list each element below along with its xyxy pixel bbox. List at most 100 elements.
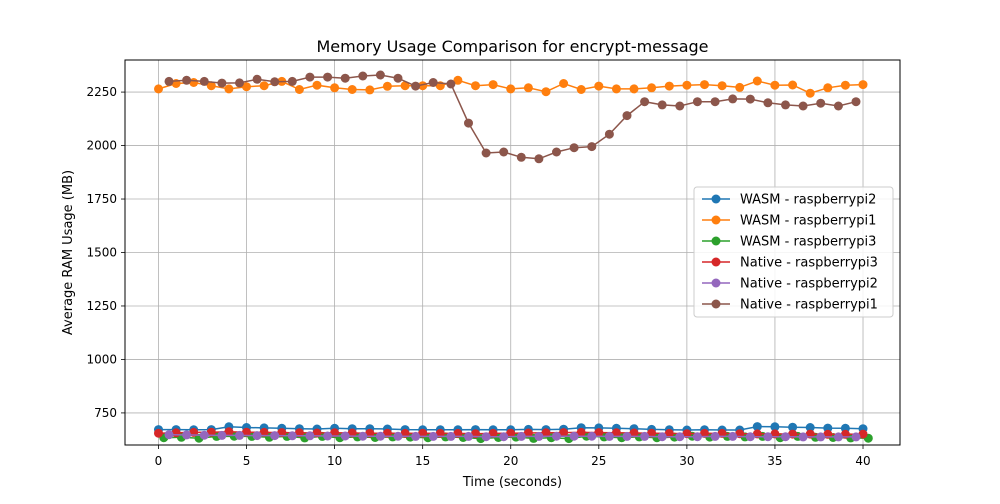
data-point bbox=[347, 85, 357, 94]
data-point bbox=[840, 80, 850, 90]
data-point bbox=[499, 147, 509, 157]
data-point bbox=[428, 431, 438, 441]
data-point bbox=[770, 80, 780, 90]
data-point bbox=[164, 76, 174, 86]
data-point bbox=[312, 80, 322, 90]
data-point bbox=[154, 84, 163, 94]
data-point bbox=[534, 154, 544, 164]
data-point bbox=[611, 84, 621, 94]
data-point bbox=[816, 98, 826, 108]
data-point bbox=[798, 101, 808, 111]
data-point bbox=[816, 432, 826, 442]
data-point bbox=[622, 111, 632, 121]
data-point bbox=[675, 101, 685, 111]
data-point bbox=[569, 431, 579, 441]
data-point bbox=[717, 81, 727, 91]
data-point bbox=[294, 85, 304, 94]
data-point bbox=[217, 78, 227, 88]
x-tick-label: 10 bbox=[327, 454, 342, 468]
legend-marker bbox=[711, 278, 721, 288]
legend-label: WASM - raspberrypi2 bbox=[740, 193, 876, 208]
data-point bbox=[358, 431, 368, 441]
data-point bbox=[534, 431, 544, 441]
x-axis-label: Time (seconds) bbox=[462, 475, 562, 490]
x-tick-label: 35 bbox=[767, 454, 782, 468]
data-point bbox=[798, 432, 808, 442]
x-tick-label: 30 bbox=[679, 454, 694, 468]
data-point bbox=[259, 81, 269, 91]
data-point bbox=[647, 83, 657, 93]
data-point bbox=[411, 81, 421, 91]
data-point bbox=[270, 77, 280, 87]
data-point bbox=[287, 431, 297, 441]
data-point bbox=[393, 73, 403, 83]
data-point bbox=[323, 72, 333, 82]
data-point bbox=[629, 84, 639, 94]
x-tick-label: 40 bbox=[855, 454, 870, 468]
data-point bbox=[833, 101, 843, 111]
data-point bbox=[217, 430, 227, 440]
data-point bbox=[745, 432, 755, 442]
data-point bbox=[728, 94, 738, 104]
data-point bbox=[375, 70, 385, 80]
data-point bbox=[365, 85, 375, 95]
data-point bbox=[552, 147, 561, 157]
data-point bbox=[499, 432, 509, 442]
data-point bbox=[657, 100, 667, 110]
data-point bbox=[552, 431, 561, 441]
data-point bbox=[805, 88, 815, 98]
data-point bbox=[287, 76, 297, 86]
legend-marker bbox=[711, 215, 721, 225]
legend-label: WASM - raspberrypi3 bbox=[740, 235, 876, 250]
data-point bbox=[471, 81, 480, 91]
legend-marker bbox=[711, 194, 721, 204]
data-point bbox=[516, 152, 526, 162]
y-tick-label: 2250 bbox=[86, 85, 117, 99]
data-point bbox=[252, 74, 262, 84]
data-point bbox=[305, 72, 315, 82]
data-point bbox=[340, 73, 350, 83]
legend-marker bbox=[711, 299, 721, 309]
y-tick-label: 750 bbox=[94, 406, 117, 420]
data-point bbox=[833, 432, 843, 442]
legend-label: Native - raspberrypi3 bbox=[740, 256, 878, 271]
data-point bbox=[358, 71, 368, 81]
data-point bbox=[516, 431, 526, 441]
data-point bbox=[428, 78, 438, 87]
data-point bbox=[594, 81, 604, 91]
x-tick-label: 20 bbox=[503, 454, 518, 468]
data-point bbox=[446, 79, 456, 89]
y-tick-label: 1750 bbox=[86, 192, 117, 206]
data-point bbox=[235, 430, 244, 440]
x-tick-label: 0 bbox=[155, 454, 163, 468]
data-point bbox=[735, 82, 745, 92]
data-point bbox=[481, 432, 491, 442]
data-point bbox=[700, 80, 709, 90]
data-point bbox=[411, 431, 421, 441]
data-point bbox=[464, 118, 473, 128]
data-point bbox=[182, 430, 192, 440]
data-point bbox=[710, 431, 720, 441]
data-point bbox=[182, 75, 192, 85]
data-point bbox=[252, 431, 262, 441]
x-tick-label: 25 bbox=[591, 454, 606, 468]
data-point bbox=[823, 83, 833, 93]
data-point bbox=[788, 80, 798, 90]
data-point bbox=[604, 129, 614, 139]
legend: WASM - raspberrypi2 WASM - raspberrypi1 WA… bbox=[693, 186, 894, 318]
data-point bbox=[781, 432, 790, 442]
data-point bbox=[330, 83, 340, 93]
data-point bbox=[224, 84, 234, 94]
y-tick-label: 1500 bbox=[86, 246, 117, 260]
legend-label: WASM - raspberrypi1 bbox=[740, 214, 876, 229]
data-point bbox=[305, 431, 315, 441]
data-point bbox=[506, 84, 516, 94]
data-point bbox=[464, 431, 473, 441]
data-point bbox=[382, 81, 392, 91]
data-point bbox=[375, 431, 385, 441]
legend-marker bbox=[711, 236, 721, 246]
chart-title: Memory Usage Comparison for encrypt-mess… bbox=[317, 37, 709, 56]
data-point bbox=[199, 430, 209, 440]
data-point bbox=[559, 79, 569, 88]
data-point bbox=[270, 431, 280, 441]
